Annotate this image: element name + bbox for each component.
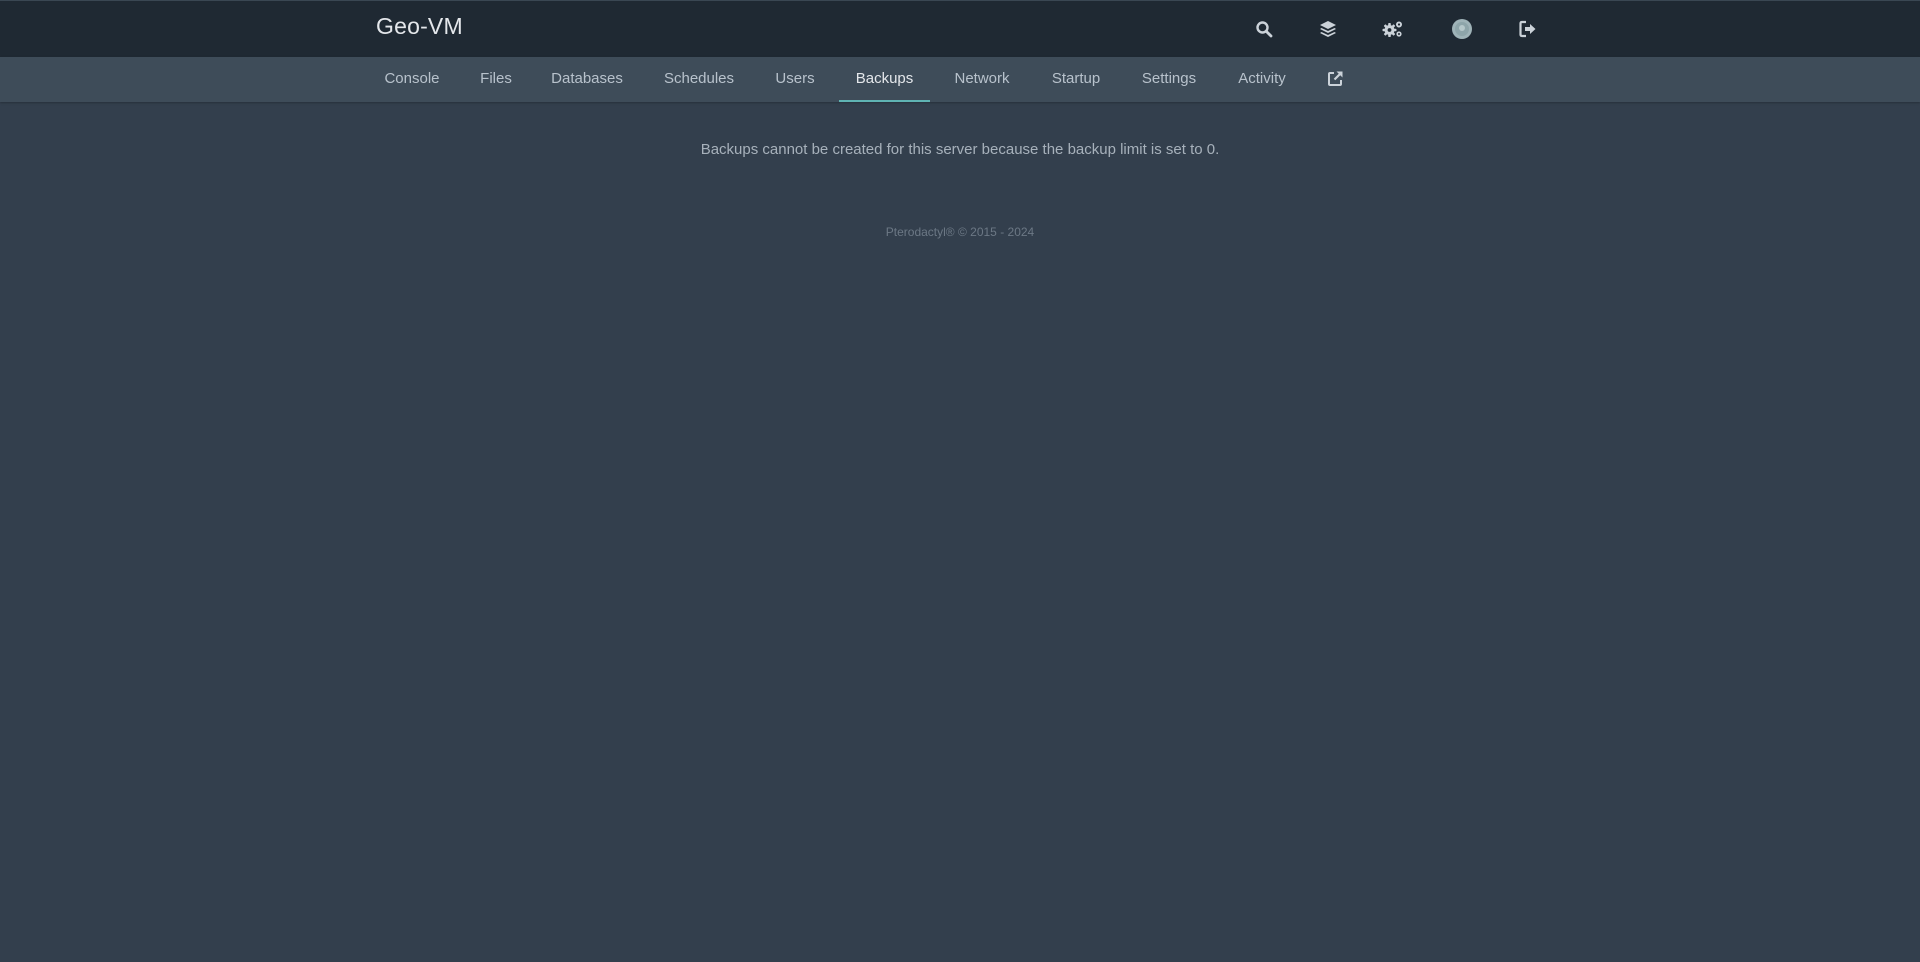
external-link-icon[interactable] (1327, 70, 1345, 88)
tab-schedules[interactable]: Schedules (652, 57, 746, 102)
server-subnavigation: Console Files Databases Schedules Users … (0, 57, 1920, 102)
sign-out-icon[interactable] (1517, 18, 1539, 40)
avatar[interactable] (1451, 18, 1473, 40)
tab-backups[interactable]: Backups (839, 57, 930, 102)
tab-network[interactable]: Network (946, 57, 1018, 102)
tab-settings[interactable]: Settings (1134, 57, 1204, 102)
footer-copyright: Pterodactyl® © 2015 - 2024 (885, 225, 1035, 239)
backup-limit-notice: Backups cannot be created for this serve… (700, 141, 1220, 158)
cogs-icon[interactable] (1382, 18, 1404, 40)
top-navigation-bar: Geo-VM (0, 0, 1920, 57)
tab-console[interactable]: Console (376, 57, 448, 102)
tab-files[interactable]: Files (470, 57, 522, 102)
tab-databases[interactable]: Databases (544, 57, 630, 102)
tab-startup[interactable]: Startup (1040, 57, 1112, 102)
tab-activity[interactable]: Activity (1226, 57, 1298, 102)
server-title[interactable]: Geo-VM (376, 13, 463, 40)
layers-icon[interactable] (1317, 18, 1339, 40)
tab-users[interactable]: Users (768, 57, 822, 102)
search-icon[interactable] (1253, 18, 1275, 40)
